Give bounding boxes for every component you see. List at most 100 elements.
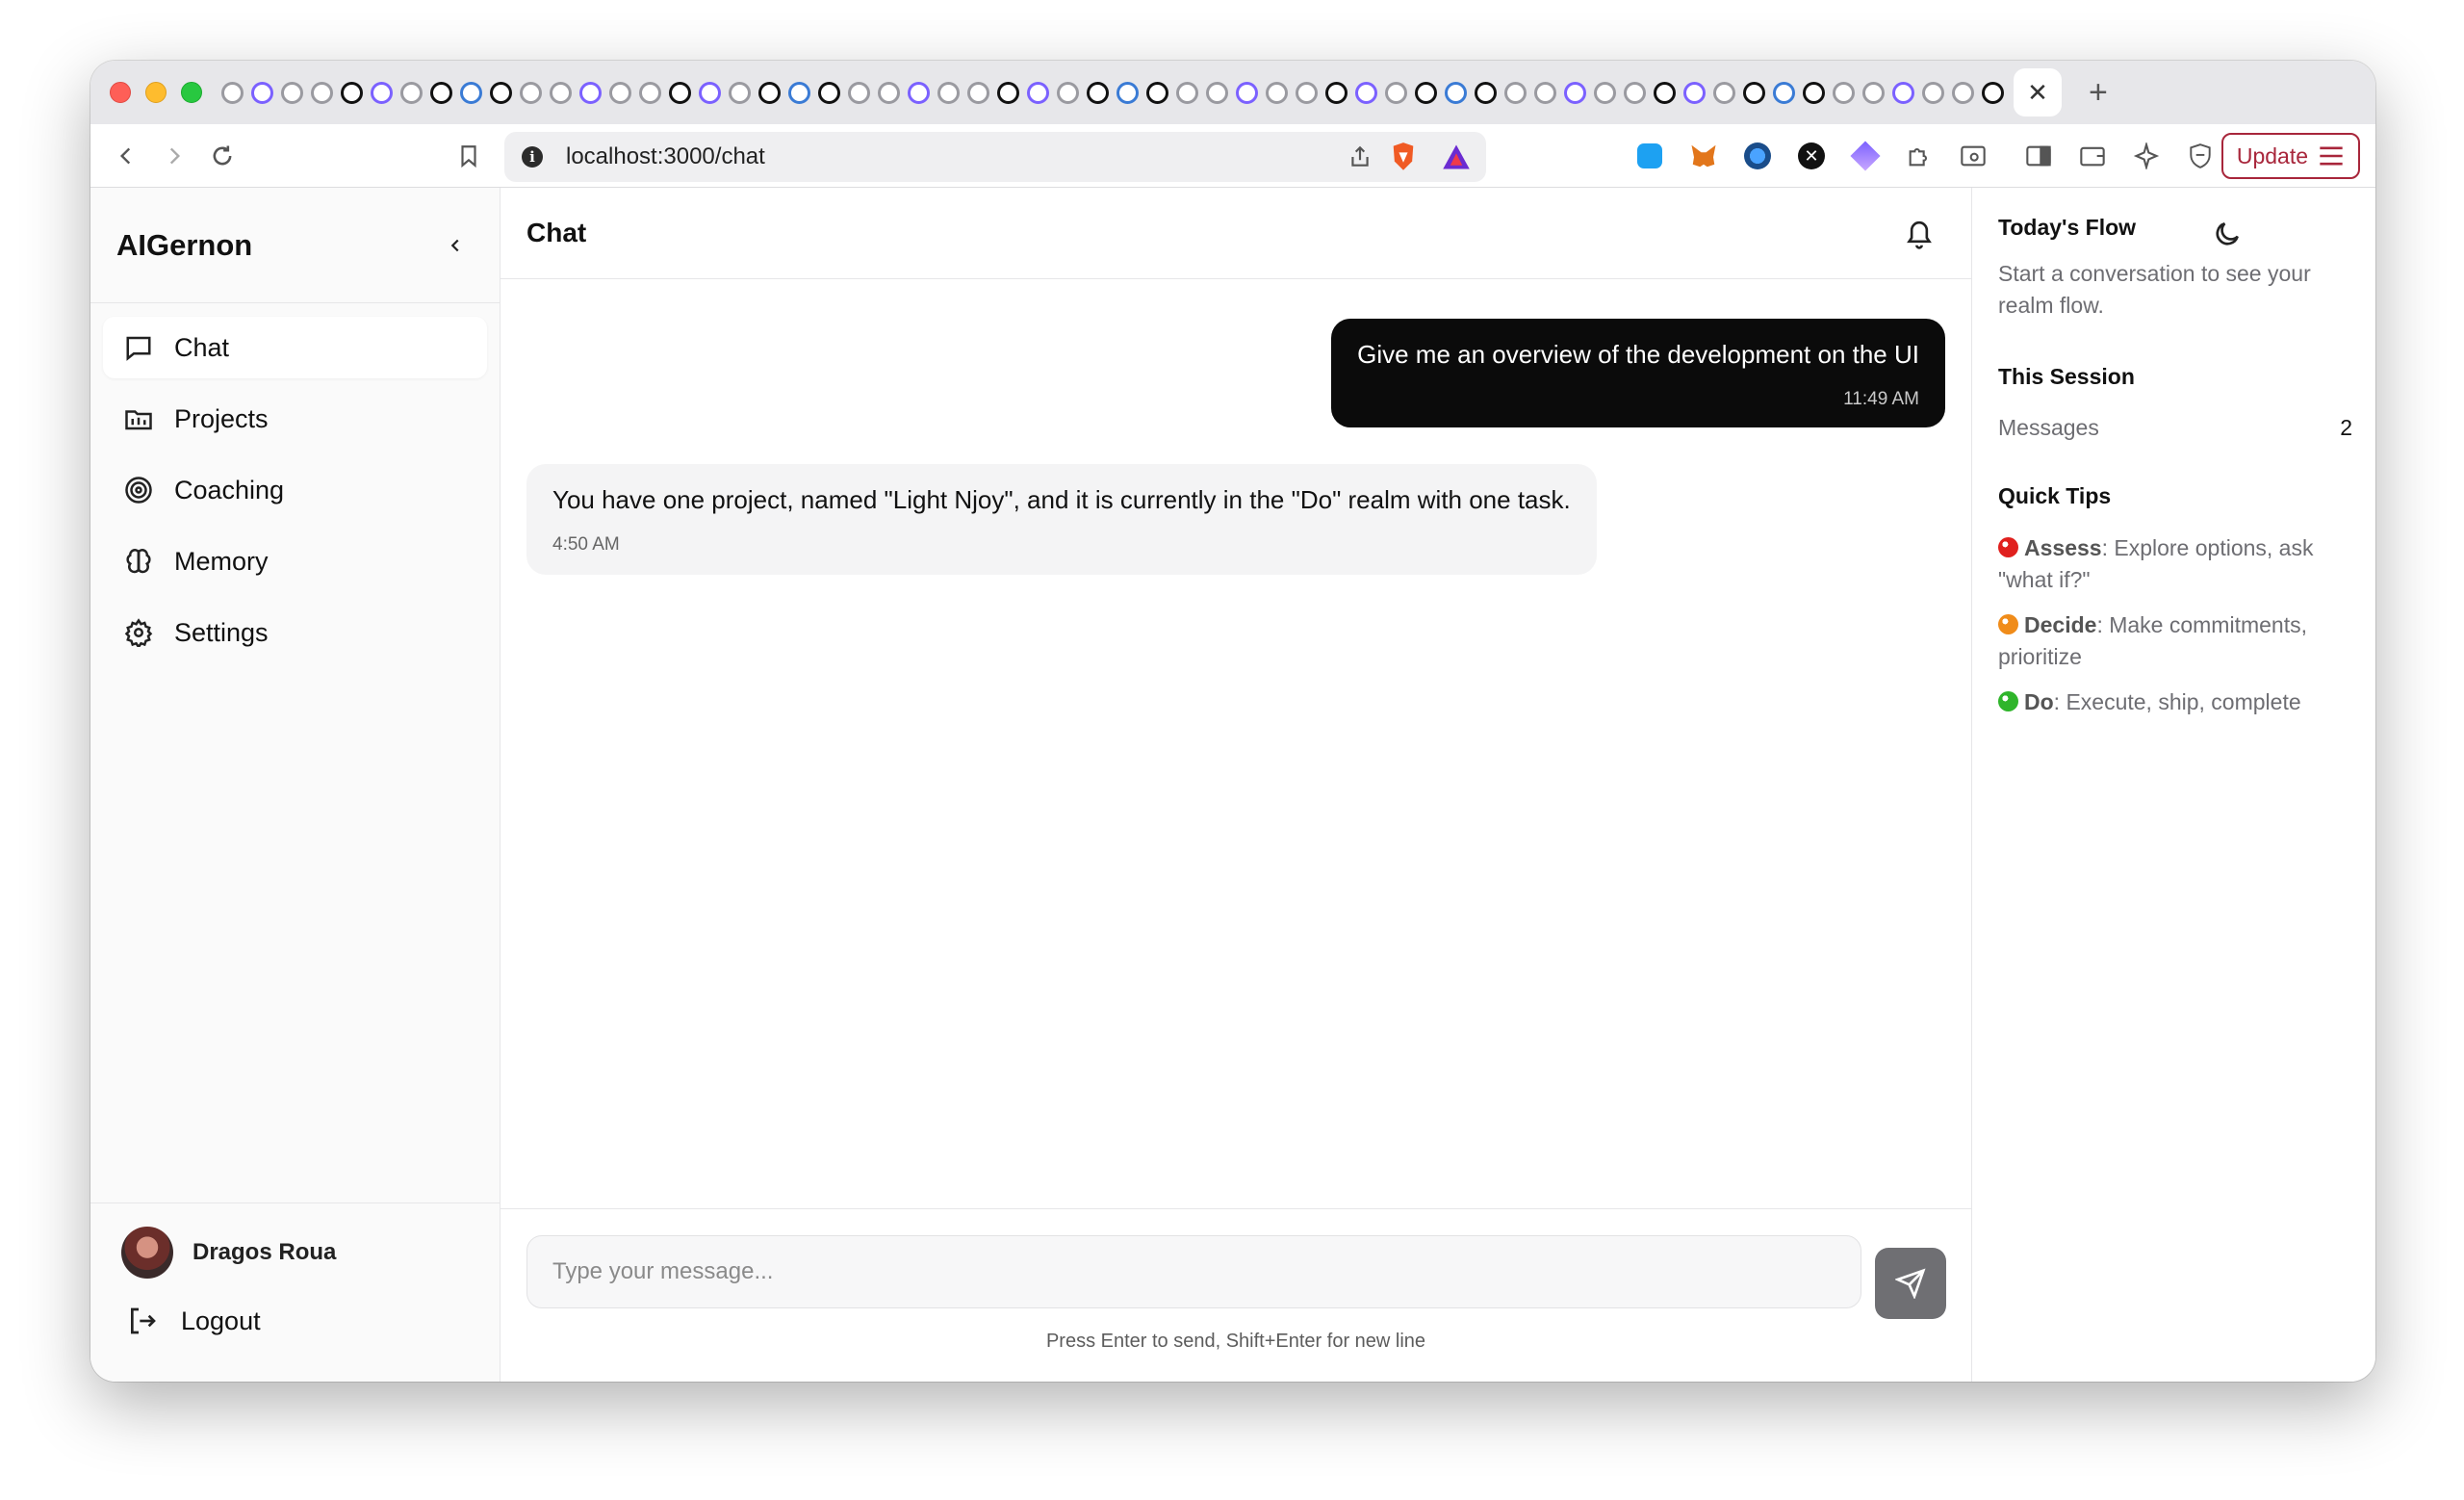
pinned-tab-favicon[interactable]	[1146, 81, 1168, 104]
pinned-tab-favicon[interactable]	[1206, 81, 1228, 104]
pinned-tab-favicon[interactable]	[1266, 81, 1288, 104]
send-button[interactable]	[1875, 1248, 1946, 1319]
leo-ai-icon[interactable]	[2122, 132, 2170, 180]
pinned-tab-favicon[interactable]	[609, 81, 631, 104]
pinned-tab-favicon[interactable]	[1504, 81, 1527, 104]
vpn-shield-icon[interactable]	[2176, 132, 2224, 180]
pinned-tab-favicon[interactable]	[1922, 81, 1944, 104]
pinned-tab-favicon[interactable]	[341, 81, 363, 104]
extension-blue-icon[interactable]	[1626, 132, 1674, 180]
pinned-tab-favicon[interactable]	[1445, 81, 1467, 104]
close-tab-icon[interactable]: ✕	[2027, 78, 2048, 108]
pinned-tab-favicon[interactable]	[1773, 81, 1795, 104]
forward-button[interactable]	[152, 134, 196, 178]
pinned-tab-favicon[interactable]	[699, 81, 721, 104]
site-info-icon[interactable]: i	[522, 146, 543, 168]
pinned-tab-favicon[interactable]	[311, 81, 333, 104]
pinned-tab-favicon[interactable]	[729, 81, 751, 104]
pinned-tab-favicon[interactable]	[430, 81, 452, 104]
theme-toggle-button[interactable]	[2208, 215, 2246, 253]
brave-rewards-icon[interactable]	[1442, 143, 1471, 175]
pinned-tab-favicon[interactable]	[1743, 81, 1765, 104]
pinned-tab-favicon[interactable]	[1385, 81, 1407, 104]
address-bar[interactable]: i localhost:3000/chat	[504, 132, 1486, 182]
pinned-tab-favicon[interactable]	[1982, 81, 2004, 104]
pinned-tab-favicon[interactable]	[281, 81, 303, 104]
pinned-tab-favicon[interactable]	[1475, 81, 1497, 104]
pinned-tab-favicon[interactable]	[967, 81, 989, 104]
collapse-sidebar-button[interactable]	[436, 226, 475, 265]
pinned-tab-favicon[interactable]	[1713, 81, 1735, 104]
pinned-tab-favicon[interactable]	[579, 81, 602, 104]
reload-button[interactable]	[200, 134, 244, 178]
active-tab[interactable]: ✕	[2014, 68, 2062, 116]
pinned-tab-favicon[interactable]	[1862, 81, 1885, 104]
notifications-button[interactable]	[1900, 215, 1938, 253]
sidebar-toggle-icon[interactable]	[2015, 132, 2063, 180]
pinned-tab-favicon[interactable]	[251, 81, 273, 104]
url-text[interactable]: localhost:3000/chat	[566, 143, 765, 170]
pinned-tab-favicon[interactable]	[221, 81, 244, 104]
sidebar-item-projects[interactable]: Projects	[103, 388, 487, 450]
minimize-window-button[interactable]	[145, 82, 167, 103]
pinned-tab-favicon[interactable]	[788, 81, 810, 104]
pinned-tab-favicon[interactable]	[1534, 81, 1556, 104]
pinned-tab-favicon[interactable]	[848, 81, 870, 104]
pinned-tab-favicon[interactable]	[758, 81, 781, 104]
pinned-tab-favicon[interactable]	[1892, 81, 1914, 104]
brave-shield-icon[interactable]	[1390, 142, 1417, 177]
message-input[interactable]	[526, 1235, 1861, 1308]
pinned-tab-favicon[interactable]	[1087, 81, 1109, 104]
pinned-tab-favicon[interactable]	[1415, 81, 1437, 104]
share-icon[interactable]	[1348, 143, 1373, 175]
pinned-tab-favicon[interactable]	[1683, 81, 1706, 104]
sidebar-item-chat[interactable]: Chat	[103, 317, 487, 378]
extension-diamond-icon[interactable]	[1841, 132, 1889, 180]
pinned-tab-favicon[interactable]	[878, 81, 900, 104]
sidebar-item-settings[interactable]: Settings	[103, 602, 487, 663]
pinned-tab-favicon[interactable]	[1355, 81, 1377, 104]
pinned-tab-favicon[interactable]	[639, 81, 661, 104]
metamask-fox-icon[interactable]	[1680, 132, 1728, 180]
pinned-tab-favicon[interactable]	[460, 81, 482, 104]
user-profile[interactable]: Dragos Roua	[90, 1203, 500, 1279]
pinned-tab-favicon[interactable]	[1833, 81, 1855, 104]
pinned-tab-favicon[interactable]	[1236, 81, 1258, 104]
extensions-puzzle-icon[interactable]	[1895, 132, 1943, 180]
pinned-tab-favicon[interactable]	[1057, 81, 1079, 104]
logout-button[interactable]: Logout	[90, 1279, 500, 1338]
bookmark-button[interactable]	[447, 134, 491, 178]
pinned-tab-favicon[interactable]	[1564, 81, 1586, 104]
maximize-window-button[interactable]	[181, 82, 202, 103]
pinned-tab-favicon[interactable]	[997, 81, 1019, 104]
pinned-tab-favicon[interactable]	[1325, 81, 1348, 104]
extension-globe-icon[interactable]	[1733, 132, 1782, 180]
pinned-tab-favicon[interactable]	[937, 81, 960, 104]
pinned-tab-favicon[interactable]	[818, 81, 840, 104]
pinned-tab-favicon[interactable]	[1803, 81, 1825, 104]
pinned-tab-favicon[interactable]	[1176, 81, 1198, 104]
new-tab-button[interactable]: +	[2089, 74, 2108, 112]
pinned-tab-favicon[interactable]	[908, 81, 930, 104]
pinned-tab-favicon[interactable]	[400, 81, 423, 104]
sidebar-item-memory[interactable]: Memory	[103, 530, 487, 592]
pinned-tab-favicon[interactable]	[520, 81, 542, 104]
pinned-tab-favicon[interactable]	[1296, 81, 1318, 104]
pinned-tab-favicon[interactable]	[371, 81, 393, 104]
wallet-icon[interactable]	[2068, 132, 2117, 180]
pinned-tab-favicon[interactable]	[1654, 81, 1676, 104]
x-extension-icon[interactable]: ✕	[1787, 132, 1835, 180]
pinned-tab-favicon[interactable]	[1594, 81, 1616, 104]
close-window-button[interactable]	[110, 82, 131, 103]
pinned-tab-favicon[interactable]	[1027, 81, 1049, 104]
pinned-tab-favicon[interactable]	[1116, 81, 1139, 104]
reader-mode-icon[interactable]	[1949, 132, 1997, 180]
update-button[interactable]: Update	[2220, 133, 2360, 179]
pinned-tab-favicon[interactable]	[1624, 81, 1646, 104]
pinned-tab-favicon[interactable]	[669, 81, 691, 104]
pinned-tab-favicon[interactable]	[490, 81, 512, 104]
back-button[interactable]	[104, 134, 148, 178]
pinned-tab-favicon[interactable]	[1952, 81, 1974, 104]
pinned-tab-favicon[interactable]	[550, 81, 572, 104]
sidebar-item-coaching[interactable]: Coaching	[103, 459, 487, 521]
